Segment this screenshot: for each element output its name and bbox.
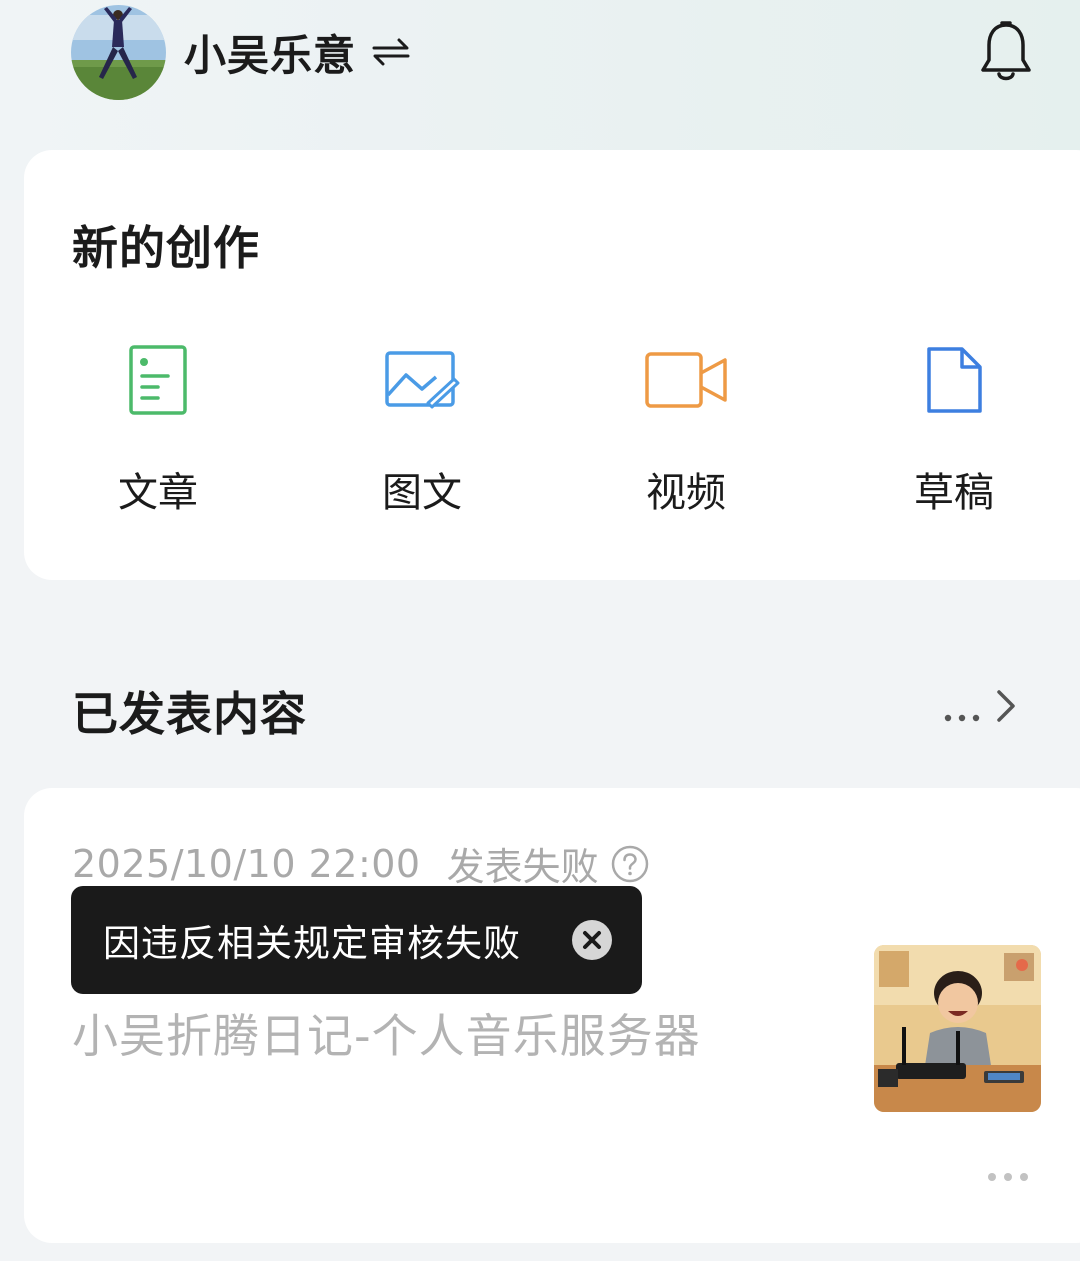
ellipsis-chevron-icon[interactable] (940, 682, 1020, 732)
article-title[interactable]: 小吴折腾日记-个人音乐服务器 (72, 1000, 701, 1066)
image-text-icon (342, 335, 502, 425)
user-avatar[interactable] (71, 5, 166, 100)
rejection-tooltip: 因违反相关规定审核失败 (71, 886, 642, 994)
article-thumbnail[interactable] (874, 945, 1041, 1112)
published-item-card[interactable]: 2025/10/10 22:00 发表失败 因违反相关规定审核失败 小吴折腾日记… (24, 788, 1080, 1243)
create-video-button[interactable]: 视频 (606, 335, 766, 516)
tooltip-text: 因违反相关规定审核失败 (103, 922, 521, 965)
publish-meta: 2025/10/10 22:00 发表失败 (72, 836, 649, 891)
create-image-text-button[interactable]: 图文 (342, 335, 502, 516)
create-draft-button[interactable]: 草稿 (874, 335, 1034, 516)
article-doc-icon (78, 335, 238, 425)
help-question-icon[interactable] (611, 845, 649, 883)
create-section-title: 新的创作 (72, 221, 260, 275)
create-draft-label: 草稿 (914, 470, 994, 516)
create-card: 新的创作 文章 图文 视频 草稿 (24, 150, 1080, 580)
create-video-label: 视频 (646, 470, 726, 516)
publish-date: 2025/10/10 22:00 (72, 841, 421, 886)
draft-file-icon (874, 335, 1034, 425)
account-switcher[interactable]: 小吴乐意 (184, 20, 410, 84)
more-options-icon[interactable] (984, 1164, 1040, 1190)
close-icon[interactable] (571, 919, 613, 961)
bell-icon[interactable] (978, 20, 1034, 84)
username: 小吴乐意 (184, 30, 357, 80)
switch-arrows-icon (372, 37, 410, 67)
create-article-label: 文章 (118, 470, 198, 516)
video-camera-icon (606, 335, 766, 425)
publish-status: 发表失败 (446, 845, 599, 889)
published-section-title: 已发表内容 (72, 687, 307, 741)
create-article-button[interactable]: 文章 (78, 335, 238, 516)
create-image-text-label: 图文 (382, 470, 462, 516)
